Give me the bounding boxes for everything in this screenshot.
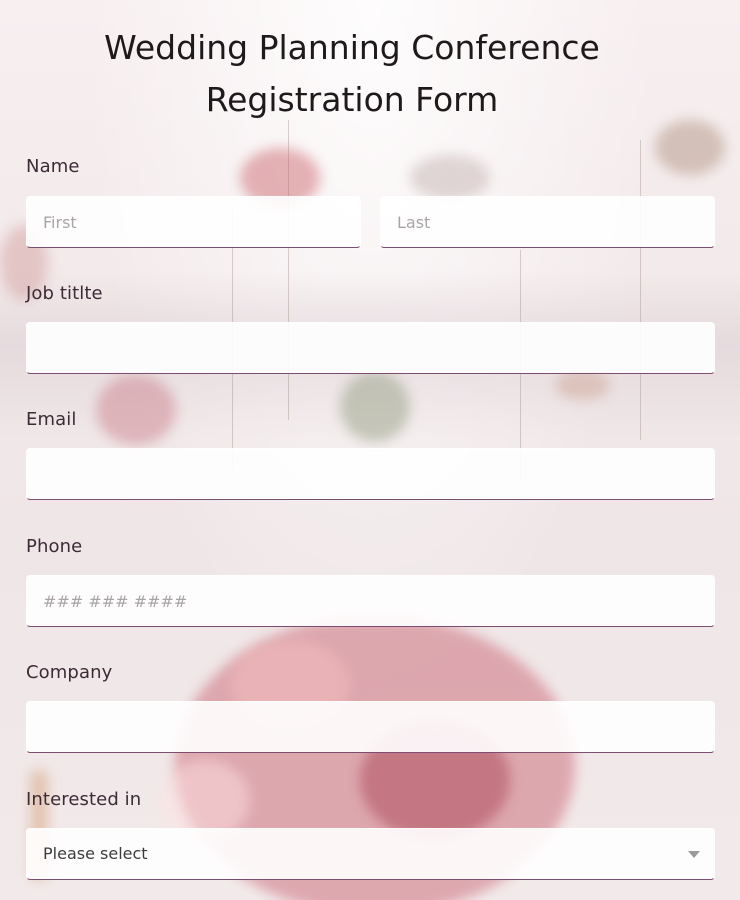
interested-in-selected-value: Please select [43, 844, 148, 863]
form-title-line1: Wedding Planning Conference [104, 28, 600, 67]
email-label: Email [26, 409, 77, 430]
company-label: Company [26, 662, 113, 683]
registration-form: Wedding Planning Conference Registration… [0, 0, 740, 900]
phone-label: Phone [26, 536, 83, 557]
name-label: Name [26, 156, 80, 177]
phone-input[interactable] [26, 575, 715, 627]
interested-in-select[interactable]: Please select [26, 828, 715, 880]
company-input[interactable] [26, 701, 715, 753]
form-title-line2: Registration Form [205, 80, 499, 119]
interested-in-label: Interested in [26, 789, 142, 810]
job-title-label: Job titlte [26, 283, 103, 304]
last-name-input[interactable] [380, 196, 715, 248]
form-title: Wedding Planning Conference Registration… [0, 22, 704, 126]
first-name-input[interactable] [26, 196, 361, 248]
job-title-input[interactable] [26, 322, 715, 374]
chevron-down-icon [688, 851, 700, 858]
email-input[interactable] [26, 448, 715, 500]
